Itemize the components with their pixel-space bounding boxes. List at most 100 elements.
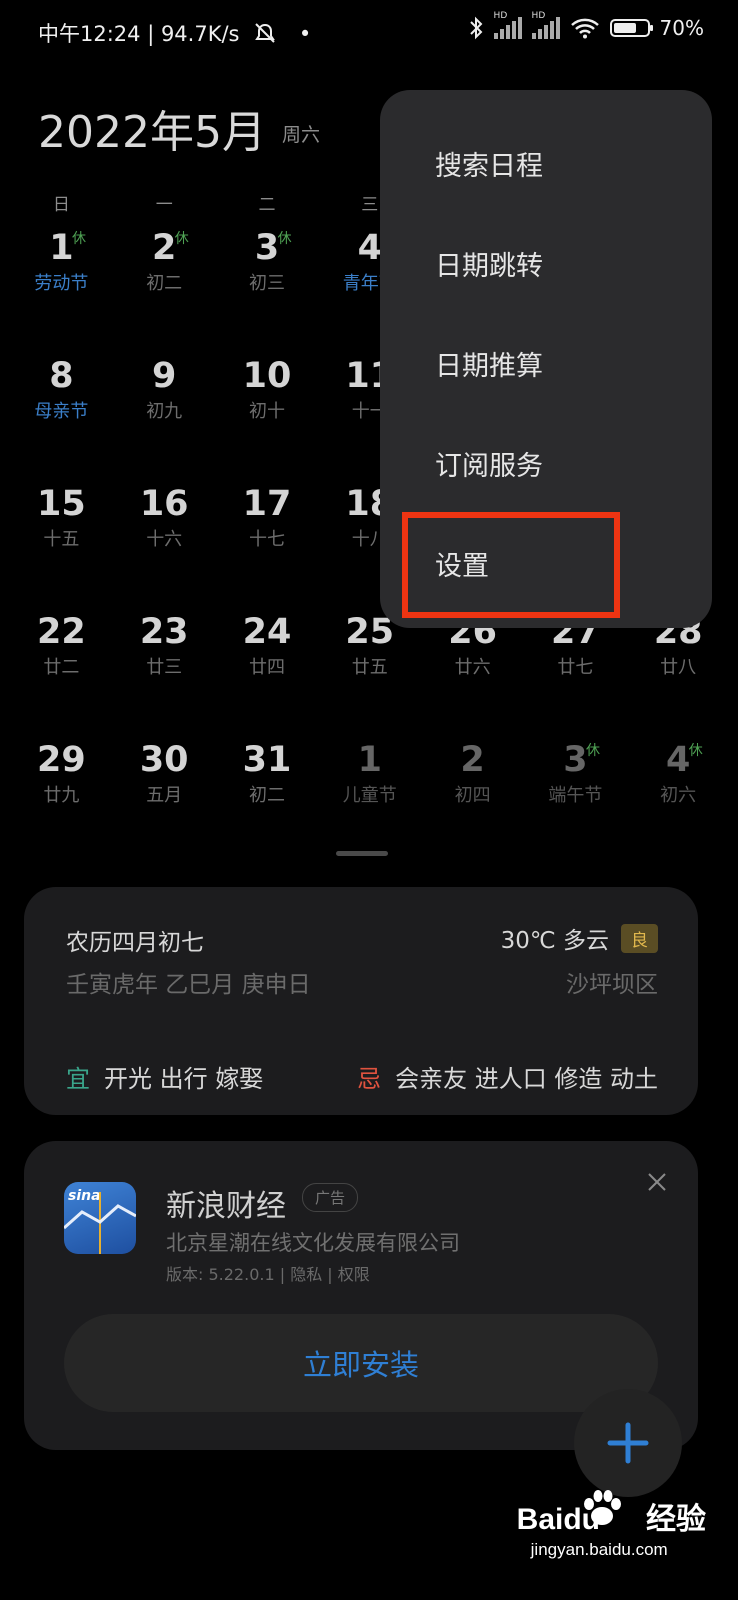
ad-meta[interactable]: 版本: 5.22.0.1 | 隐私 | 权限 — [166, 1261, 370, 1285]
app-icon[interactable]: sina — [64, 1182, 136, 1254]
day-number: 3 — [254, 228, 280, 268]
day-cell[interactable]: 1 劳动节 休 — [10, 222, 113, 350]
day-cell[interactable]: 29 廿九 — [10, 734, 113, 862]
holiday-rest-badge: 休 — [174, 231, 189, 247]
watermark-suffix: 经验 — [646, 1503, 706, 1536]
highlight-box — [402, 512, 620, 618]
lunar-label: 初二 — [146, 273, 183, 294]
day-cell[interactable]: 1 儿童节 — [318, 734, 421, 862]
battery-fill — [613, 23, 636, 33]
lunar-label: 廿五 — [351, 657, 388, 678]
mute-icon — [255, 23, 276, 43]
add-event-button[interactable] — [574, 1389, 682, 1497]
month-weekday: 周六 — [282, 124, 321, 146]
lunar-label: 廿四 — [248, 657, 285, 678]
lunar-label: 初十 — [248, 401, 285, 422]
lunar-label: 十七 — [248, 529, 285, 550]
day-number: 17 — [242, 484, 292, 524]
day-number: 4 — [666, 740, 691, 780]
drag-handle[interactable] — [336, 851, 388, 856]
day-cell[interactable]: 9 初九 — [113, 350, 216, 478]
weekday-label: 日 — [52, 195, 70, 215]
lunar-label: 初三 — [248, 273, 285, 294]
lunar-label: 廿八 — [660, 657, 697, 678]
baidu-watermark: Baidu 经验 jingyan.baidu.com — [517, 1490, 706, 1560]
day-number: 29 — [37, 740, 86, 780]
day-cell[interactable]: 4 初六 休 — [627, 734, 730, 862]
day-number: 3 — [563, 740, 588, 780]
holiday-rest-badge: 休 — [277, 231, 292, 247]
lunar-label: 劳动节 — [34, 273, 89, 294]
battery-icon — [609, 19, 653, 37]
menu-item[interactable]: 日期跳转 — [435, 244, 543, 283]
menu-item[interactable]: 搜索日程 — [435, 144, 543, 183]
week-row: 29 廿九 30 五月 31 初二 1 儿童节 2 初四 3 端午节休 4 初六休 — [10, 734, 730, 862]
yi-label: 宜 — [66, 1065, 90, 1093]
day-cell[interactable]: 8 母亲节 — [10, 350, 113, 478]
signal-icon: HD — [531, 11, 560, 39]
holiday-rest-badge: 休 — [72, 231, 86, 247]
lunar-date: 农历四月初七 — [66, 930, 204, 956]
bluetooth-icon — [469, 16, 482, 40]
day-cell[interactable]: 2 初二 休 — [113, 222, 216, 350]
menu-item[interactable]: 订阅服务 — [435, 444, 543, 483]
day-number: 1 — [357, 740, 382, 780]
lunar-label: 廿三 — [146, 657, 183, 678]
day-number: 9 — [152, 356, 177, 396]
lunar-label: 十六 — [146, 529, 183, 550]
battery-percent: 70% — [659, 16, 704, 40]
day-cell[interactable]: 17 十七 — [216, 478, 319, 606]
day-number: 30 — [139, 740, 189, 780]
lunar-label: 廿九 — [43, 785, 80, 806]
baidu-paw-icon — [583, 1490, 621, 1525]
lunar-label: 初六 — [660, 785, 697, 806]
ganzhi-date: 壬寅虎年 乙巳月 庚申日 — [66, 972, 311, 998]
day-number: 16 — [139, 484, 189, 524]
lunar-label: 十五 — [43, 529, 80, 550]
day-cell[interactable]: 23 廿三 — [113, 606, 216, 734]
day-cell[interactable]: 10 初十 — [216, 350, 319, 478]
avoid-activities: 忌会亲友 进人口 修造 动土 — [357, 1059, 658, 1094]
day-number: 31 — [242, 740, 292, 780]
lunar-label: 母亲节 — [34, 401, 89, 422]
status-time-speed: 中午12:24 | 94.7K/s — [38, 22, 240, 46]
district: 沙坪坝区 — [566, 972, 658, 998]
day-cell[interactable]: 16 十六 — [113, 478, 216, 606]
signal-icon: HD — [493, 11, 522, 39]
add-icon — [607, 1422, 649, 1464]
ad-company: 北京星潮在线文化发展有限公司 — [166, 1231, 460, 1255]
day-cell[interactable]: 2 初四 — [421, 734, 524, 862]
lunar-label: 廿六 — [454, 657, 491, 678]
day-cell[interactable]: 31 初二 — [216, 734, 319, 862]
lunar-label: 五月 — [146, 785, 183, 806]
dot-icon: • — [298, 22, 312, 46]
holiday-rest-badge: 休 — [585, 743, 600, 759]
day-cell[interactable]: 24 廿四 — [216, 606, 319, 734]
air-quality-badge: 良 — [621, 923, 658, 953]
lunar-label: 儿童节 — [342, 785, 397, 806]
day-cell[interactable]: 22 廿二 — [10, 606, 113, 734]
day-number: 23 — [139, 612, 189, 652]
close-icon[interactable] — [646, 1171, 668, 1193]
day-number: 8 — [49, 356, 74, 396]
ad-badge: 广告 — [302, 1183, 359, 1212]
ji-text: 会亲友 进人口 修造 动土 — [395, 1065, 658, 1093]
menu-item[interactable]: 日期推算 — [435, 344, 543, 383]
day-cell[interactable]: 3 端午节 休 — [524, 734, 627, 862]
lunar-label: 初四 — [454, 785, 491, 806]
day-cell[interactable]: 30 五月 — [113, 734, 216, 862]
lunar-label: 端午节 — [548, 785, 603, 806]
install-button[interactable]: 立即安装 — [64, 1314, 658, 1412]
day-number: 24 — [242, 612, 292, 652]
day-number: 1 — [49, 228, 74, 268]
month-title[interactable]: 2022年5月 — [38, 96, 266, 160]
lunar-label: 廿二 — [43, 657, 80, 678]
watermark-url: jingyan.baidu.com — [530, 1540, 668, 1559]
day-cell[interactable]: 3 初三 休 — [216, 222, 319, 350]
almanac-card[interactable]: 农历四月初七 壬寅虎年 乙巳月 庚申日 30℃ 多云 良 沙坪坝区 宜开光 出行… — [24, 887, 698, 1115]
lunar-label: 廿七 — [557, 657, 594, 678]
day-number: 2 — [152, 228, 177, 268]
lunar-label: 初九 — [146, 401, 183, 422]
day-cell[interactable]: 15 十五 — [10, 478, 113, 606]
weather: 30℃ 多云 良 — [501, 921, 658, 955]
